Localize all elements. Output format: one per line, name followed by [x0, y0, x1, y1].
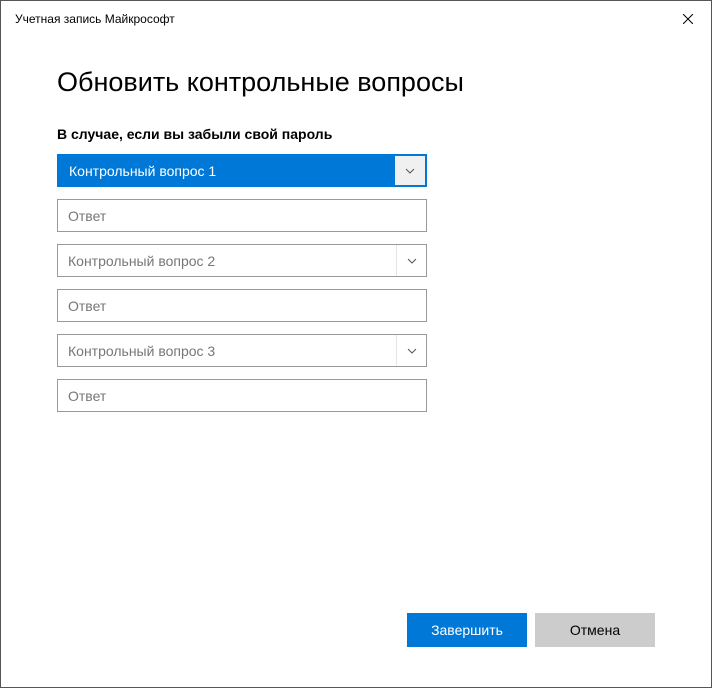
page-subtitle: В случае, если вы забыли свой пароль: [57, 126, 655, 142]
cancel-button[interactable]: Отмена: [535, 613, 655, 647]
finish-button[interactable]: Завершить: [407, 613, 527, 647]
chevron-down-icon: [396, 245, 426, 276]
titlebar: Учетная запись Майкрософт: [1, 1, 711, 37]
chevron-down-icon: [395, 156, 425, 185]
security-question-3-select[interactable]: Контрольный вопрос 3: [57, 334, 427, 367]
security-question-1-text: Контрольный вопрос 1: [59, 163, 395, 179]
security-answer-3-input[interactable]: [57, 379, 427, 412]
security-question-3-text: Контрольный вопрос 3: [58, 343, 396, 359]
security-question-2-text: Контрольный вопрос 2: [58, 253, 396, 269]
close-button[interactable]: [665, 1, 711, 37]
button-row: Завершить Отмена: [57, 613, 655, 667]
chevron-down-icon: [396, 335, 426, 366]
close-icon: [683, 14, 693, 24]
window-title: Учетная запись Майкрософт: [15, 12, 175, 26]
content-area: Обновить контрольные вопросы В случае, е…: [1, 37, 711, 687]
dialog-window: Учетная запись Майкрософт Обновить контр…: [0, 0, 712, 688]
security-answer-1-input[interactable]: [57, 199, 427, 232]
security-answer-2-input[interactable]: [57, 289, 427, 322]
security-question-1-select[interactable]: Контрольный вопрос 1: [57, 154, 427, 187]
security-question-2-select[interactable]: Контрольный вопрос 2: [57, 244, 427, 277]
page-title: Обновить контрольные вопросы: [57, 67, 655, 98]
